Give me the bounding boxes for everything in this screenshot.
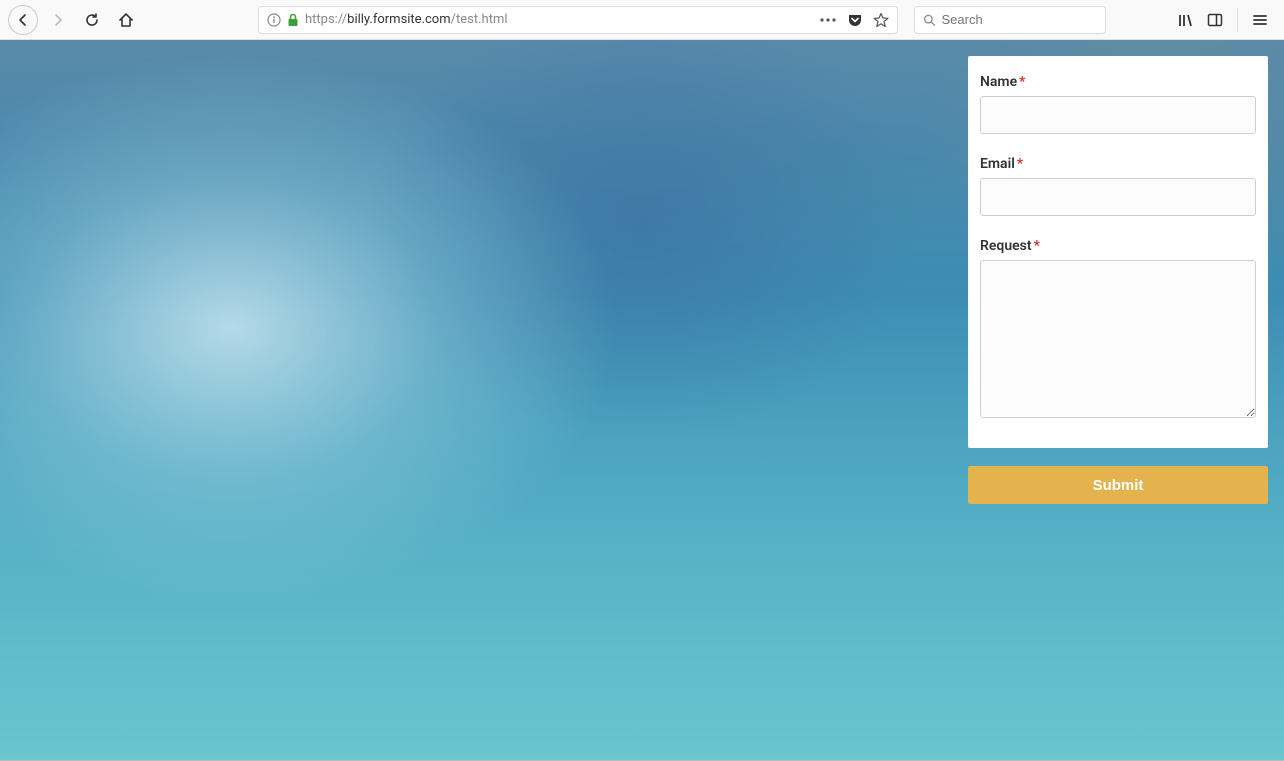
pocket-icon[interactable] xyxy=(847,12,863,28)
toolbar-divider xyxy=(1237,8,1238,32)
email-label: Email* xyxy=(980,156,1256,172)
lock-icon xyxy=(287,13,299,27)
nav-buttons xyxy=(8,5,140,35)
url-text: https://billy.formsite.com/test.html xyxy=(305,12,813,27)
home-icon xyxy=(118,12,134,28)
form-group-name: Name* xyxy=(980,74,1256,134)
reload-icon xyxy=(84,12,100,28)
back-button[interactable] xyxy=(8,5,38,35)
arrow-left-icon xyxy=(15,12,31,28)
arrow-right-icon xyxy=(50,12,66,28)
sidebar-icon[interactable] xyxy=(1207,12,1223,28)
request-textarea[interactable] xyxy=(980,260,1256,418)
submit-button[interactable]: Submit xyxy=(968,466,1268,504)
info-icon[interactable] xyxy=(267,13,281,27)
search-input[interactable] xyxy=(942,12,1097,27)
menu-icon[interactable] xyxy=(1252,12,1268,28)
required-indicator: * xyxy=(1017,156,1023,172)
name-label: Name* xyxy=(980,74,1256,90)
name-input[interactable] xyxy=(980,96,1256,134)
email-input[interactable] xyxy=(980,178,1256,216)
home-button[interactable] xyxy=(112,6,140,34)
library-icon[interactable] xyxy=(1177,12,1193,28)
page-content: Name* Email* Request* Submit xyxy=(0,40,1284,761)
search-icon xyxy=(923,13,936,27)
request-label: Request* xyxy=(980,238,1256,254)
form-group-request: Request* xyxy=(980,238,1256,422)
required-indicator: * xyxy=(1034,238,1040,254)
browser-toolbar: https://billy.formsite.com/test.html xyxy=(0,0,1284,40)
url-actions xyxy=(819,12,889,28)
bookmark-star-icon[interactable] xyxy=(873,12,889,28)
reload-button[interactable] xyxy=(78,6,106,34)
url-bar[interactable]: https://billy.formsite.com/test.html xyxy=(258,6,898,34)
form-group-email: Email* xyxy=(980,156,1256,216)
search-bar[interactable] xyxy=(914,6,1106,34)
toolbar-right xyxy=(1177,8,1276,32)
form-container: Name* Email* Request* Submit xyxy=(968,56,1268,504)
page-actions-icon[interactable] xyxy=(819,17,837,23)
forward-button[interactable] xyxy=(44,6,72,34)
form-fields-panel: Name* Email* Request* xyxy=(968,56,1268,448)
required-indicator: * xyxy=(1019,74,1025,90)
